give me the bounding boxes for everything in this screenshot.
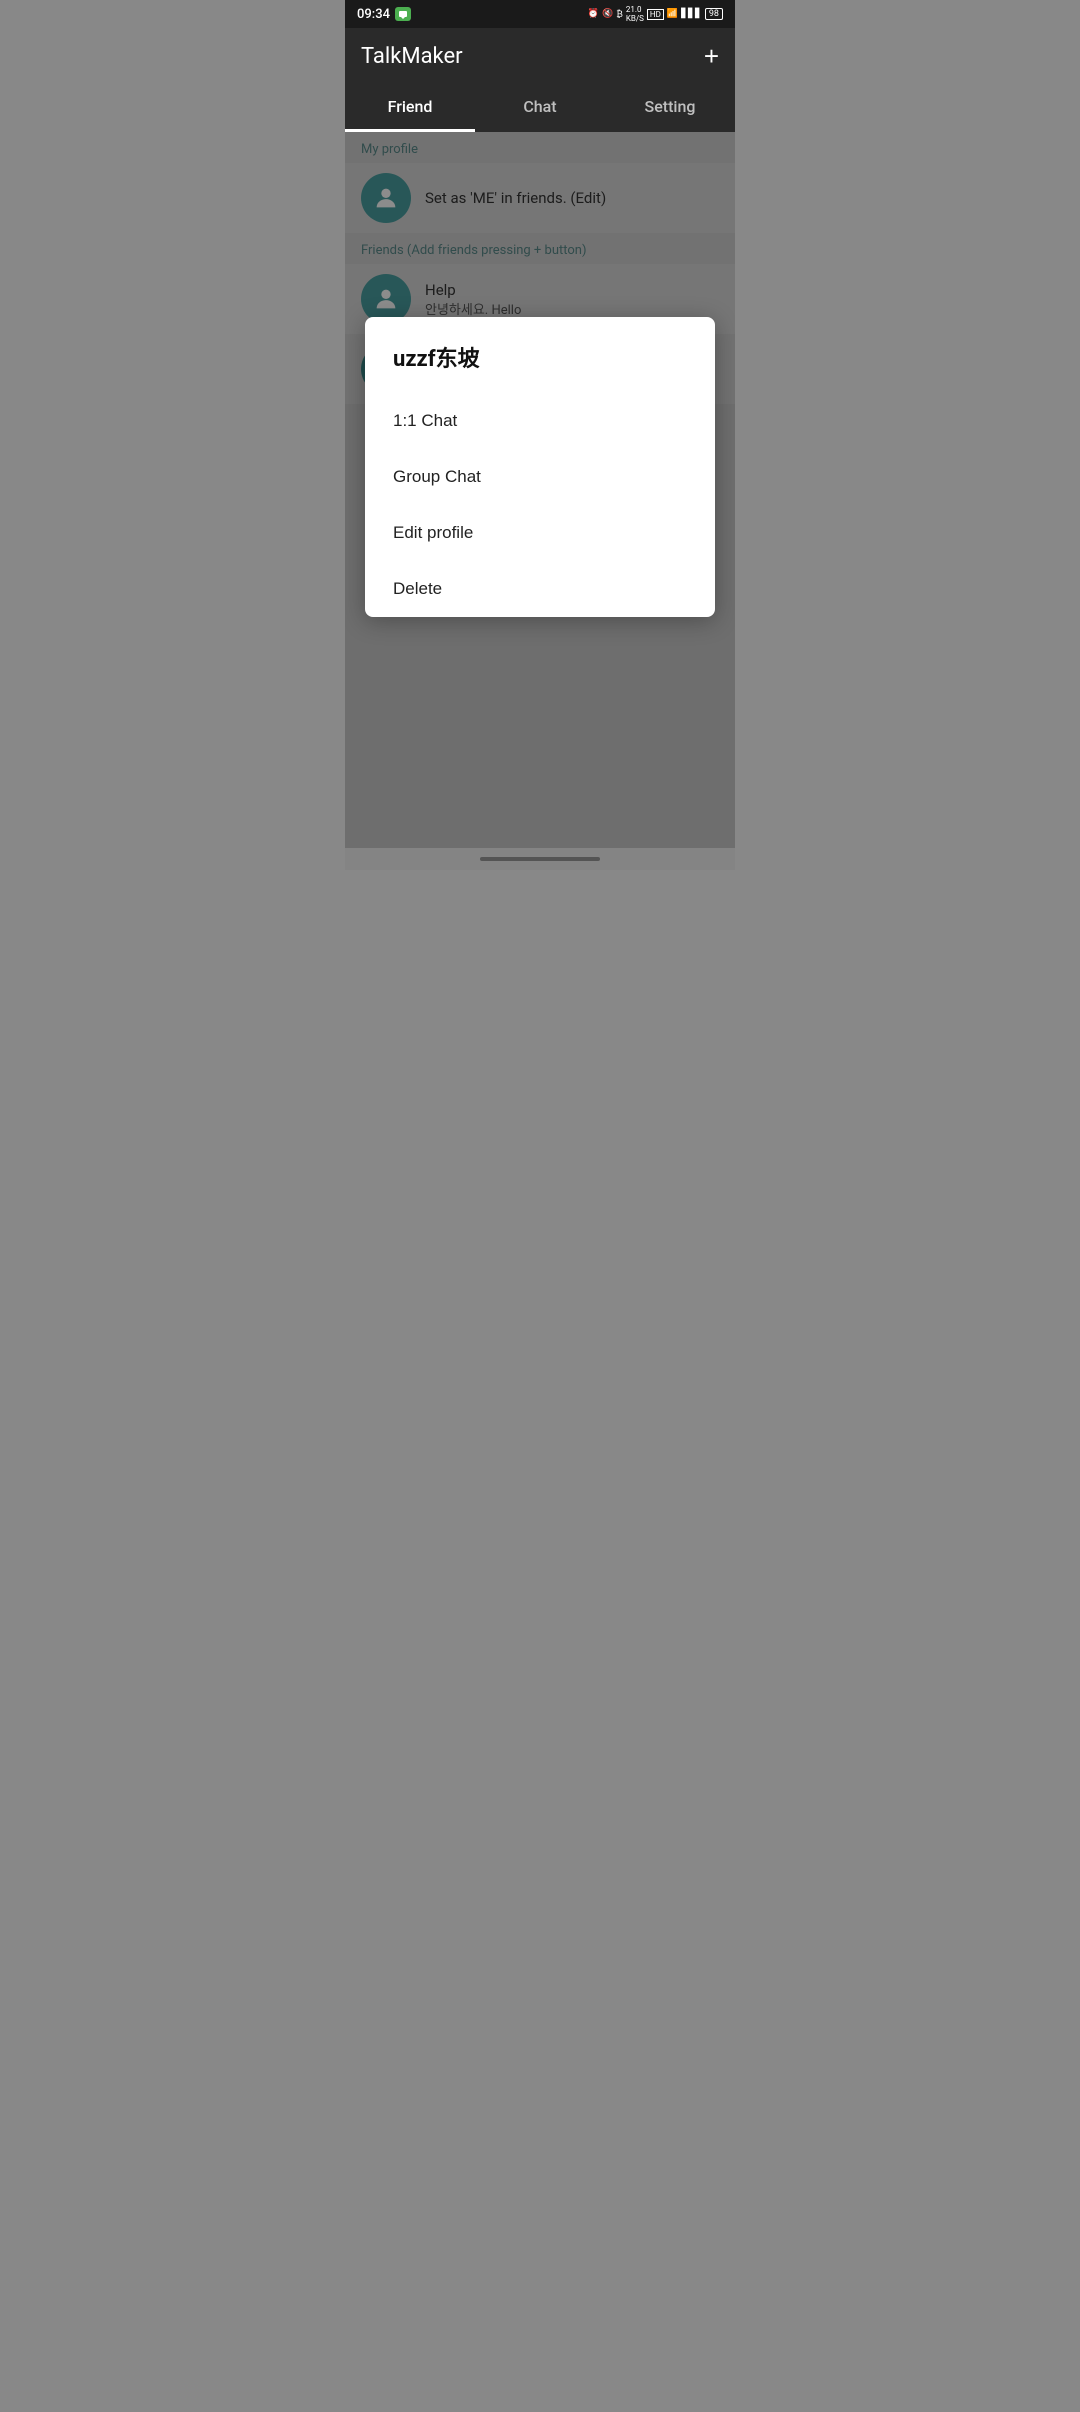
app-title: TalkMaker — [361, 44, 463, 69]
add-button[interactable]: + — [704, 43, 719, 69]
status-time: 09:34 — [357, 7, 390, 22]
mute-icon: 🔇 — [602, 9, 613, 19]
content-area: My profile Set as 'ME' in friends. (Edit… — [345, 132, 735, 870]
modal-title: uzzf东坡 — [365, 317, 715, 393]
status-bar: 09:34 ⏰ 🔇 ₿ 21.0KB/S HD 📶 ▋▋▋ 98 — [345, 0, 735, 28]
alarm-icon: ⏰ — [588, 9, 599, 19]
status-icons: ⏰ 🔇 ₿ 21.0KB/S HD 📶 ▋▋▋ 98 — [588, 5, 723, 23]
signal-icon: ▋▋▋ — [681, 9, 702, 19]
bluetooth-icon: ₿ — [616, 9, 623, 20]
modal-item-delete[interactable]: Delete — [365, 561, 715, 617]
tabs: Friend Chat Setting — [345, 84, 735, 132]
modal-item-edit-profile[interactable]: Edit profile — [365, 505, 715, 561]
speed-label: 21.0KB/S — [626, 5, 644, 23]
message-status-icon — [395, 7, 411, 21]
page: 09:34 ⏰ 🔇 ₿ 21.0KB/S HD 📶 ▋▋▋ 98 TalkMak… — [345, 0, 735, 870]
context-menu-modal: uzzf东坡 1:1 Chat Group Chat Edit profile … — [365, 317, 715, 617]
modal-item-group-chat[interactable]: Group Chat — [365, 449, 715, 505]
tab-chat[interactable]: Chat — [475, 84, 605, 132]
tab-setting[interactable]: Setting — [605, 84, 735, 132]
tab-friend[interactable]: Friend — [345, 84, 475, 132]
modal-item-one-one-chat[interactable]: 1:1 Chat — [365, 393, 715, 449]
wifi-icon: 📶 — [667, 9, 678, 19]
hd-icon: HD — [647, 9, 664, 20]
battery-icon: 98 — [705, 8, 723, 20]
app-bar: TalkMaker + — [345, 28, 735, 84]
